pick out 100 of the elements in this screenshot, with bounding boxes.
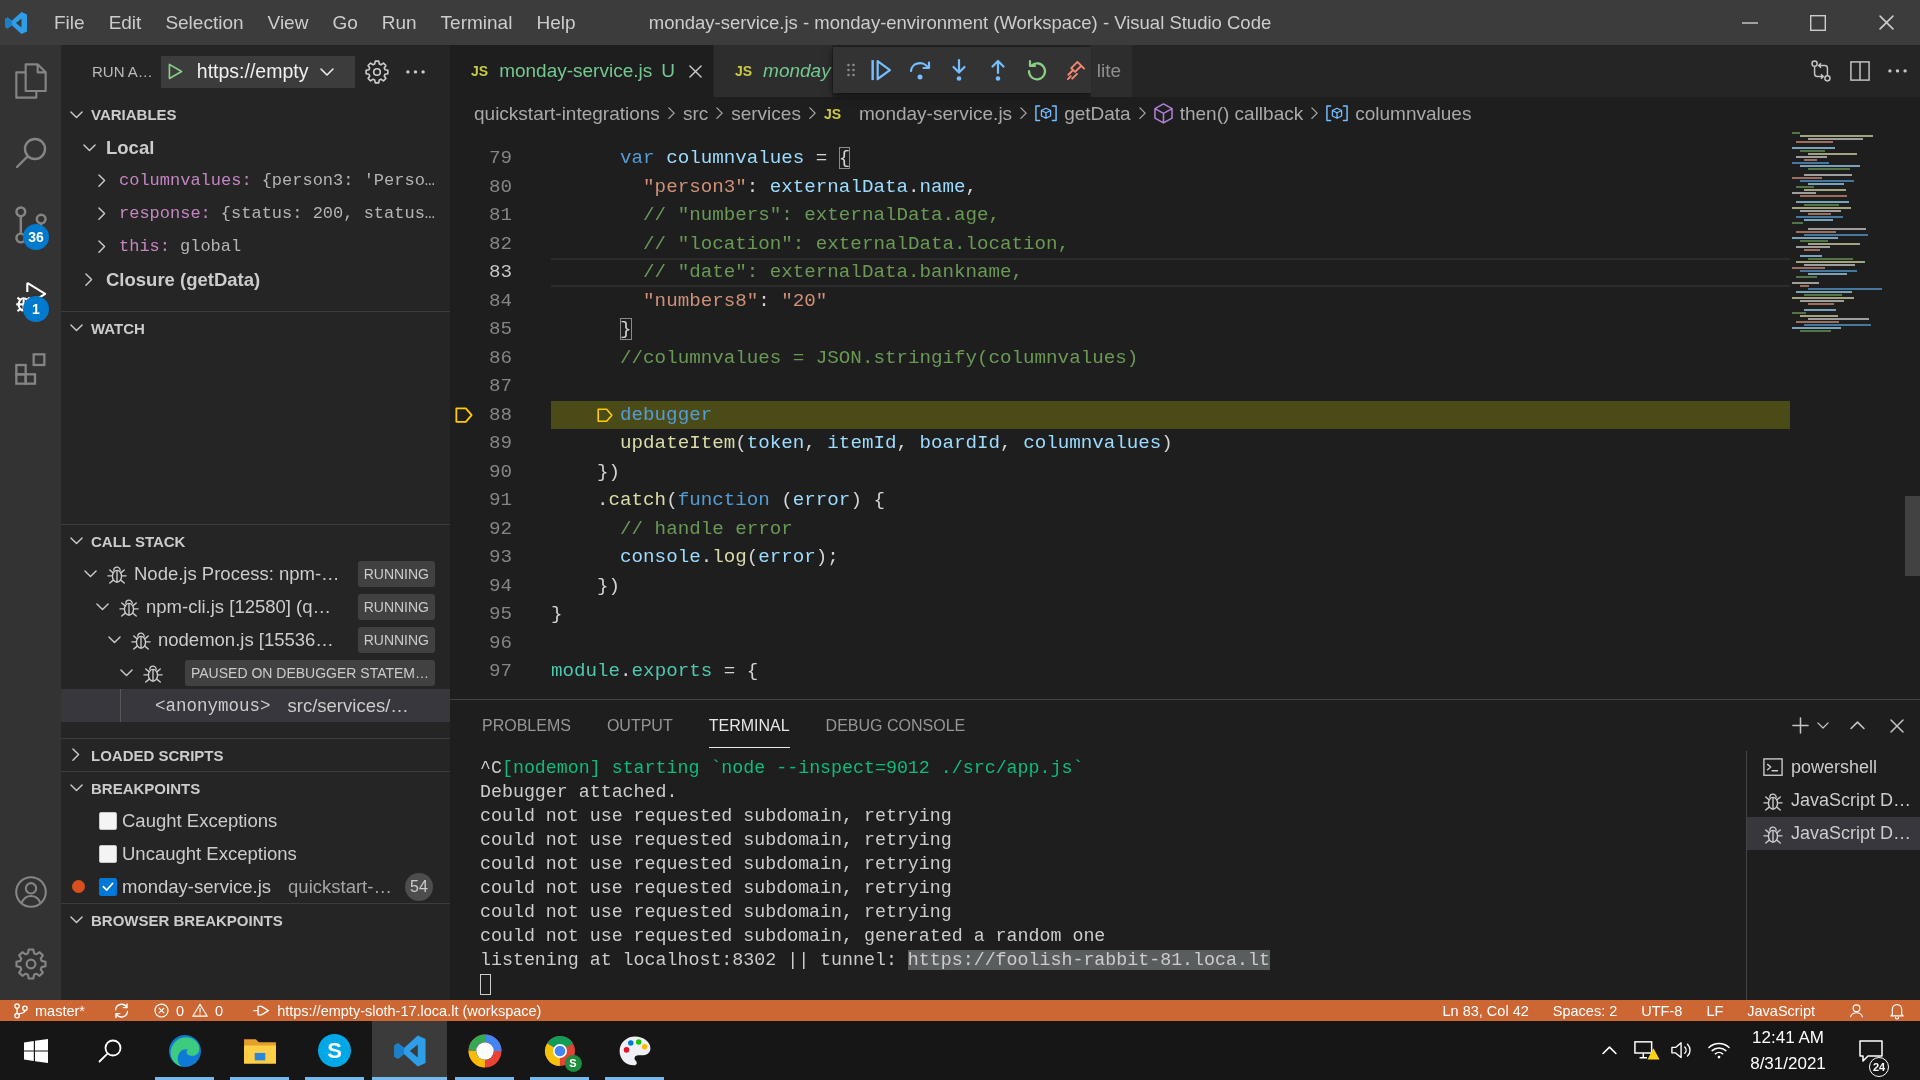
chevron-down-icon[interactable] <box>119 668 133 677</box>
variable-name[interactable]: response: <box>119 204 211 223</box>
section-title[interactable]: BREAKPOINTS <box>91 779 201 797</box>
menu-item[interactable]: View <box>255 11 321 34</box>
chevron-down-icon[interactable] <box>1817 722 1829 729</box>
step-over-icon[interactable] <box>909 60 932 80</box>
chevron-down-icon[interactable] <box>69 916 83 924</box>
status-item[interactable]: UTF-8 <box>1629 1002 1695 1019</box>
chevron-down-icon[interactable] <box>69 324 83 332</box>
continue-icon[interactable] <box>871 58 892 82</box>
menu-item[interactable]: Selection <box>153 11 256 34</box>
menu-item[interactable]: Go <box>320 11 370 34</box>
breakpoint-label[interactable]: Uncaught Exceptions <box>122 842 297 865</box>
chevron-down-icon[interactable] <box>83 569 97 578</box>
panel-tab[interactable]: TERMINAL <box>708 703 790 748</box>
checkbox[interactable] <box>99 844 117 863</box>
section-title[interactable]: WATCH <box>91 319 145 337</box>
chevron-right-icon[interactable] <box>98 239 106 254</box>
breadcrumb-item[interactable]: columnvalues <box>1326 102 1472 125</box>
compare-changes-icon[interactable] <box>1810 60 1832 82</box>
error-count[interactable]: 0 <box>175 1002 185 1019</box>
minimize-icon[interactable] <box>1742 21 1758 24</box>
launch-config-select[interactable]: https://empty <box>196 60 335 83</box>
start-icon[interactable] <box>24 1038 48 1063</box>
more-icon[interactable] <box>1888 69 1907 73</box>
thread-label[interactable]: Node.js Process: npm-… <box>134 562 340 585</box>
scope-label[interactable]: Closure (getData) <box>106 268 261 291</box>
breadcrumb-item[interactable]: getData <box>1035 102 1131 125</box>
thread-label[interactable]: npm-cli.js [12580] (q… <box>146 595 332 618</box>
chevron-right-icon[interactable] <box>98 206 106 221</box>
notification-icon[interactable] <box>1859 1039 1883 1062</box>
files-icon[interactable] <box>14 63 47 99</box>
chevron-right-icon[interactable] <box>72 748 80 762</box>
panel-tab[interactable]: OUTPUT <box>606 703 673 748</box>
clock-time[interactable]: 12:41 AM <box>1752 1024 1824 1051</box>
close-icon[interactable] <box>688 64 702 78</box>
branch-icon[interactable] <box>14 1002 28 1019</box>
thread-label[interactable]: nodemon.js [15536… <box>158 628 334 651</box>
scrollbar-thumb[interactable] <box>1905 496 1920 576</box>
sync-icon[interactable] <box>112 1002 130 1019</box>
terminal-list-item[interactable]: powershell <box>1747 751 1920 784</box>
debug-target[interactable]: https://empty-sloth-17.loca.lt (workspace) <box>277 1002 542 1019</box>
close-icon[interactable] <box>1878 15 1894 30</box>
clock-date[interactable]: 8/31/2021 <box>1750 1050 1826 1077</box>
terminal-list-item[interactable]: JavaScript D… <box>1747 784 1920 817</box>
section-title[interactable]: CALL STACK <box>91 532 186 550</box>
split-editor-icon[interactable] <box>1850 61 1870 81</box>
section-title[interactable]: BROWSER BREAKPOINTS <box>91 911 283 929</box>
unplug-icon[interactable] <box>1065 59 1087 81</box>
plus-icon[interactable] <box>1792 717 1809 734</box>
variable-name[interactable]: this: <box>119 237 170 256</box>
checkbox[interactable] <box>99 877 117 896</box>
play-icon[interactable] <box>167 63 183 80</box>
error-icon[interactable] <box>153 1003 169 1018</box>
warning-icon[interactable] <box>192 1003 209 1018</box>
variable-name[interactable]: columnvalues: <box>119 171 252 190</box>
settings-icon[interactable] <box>364 59 389 84</box>
grip-icon[interactable] <box>846 63 855 77</box>
editor-tab[interactable]: JS monday-service.js U <box>450 45 714 97</box>
bell-icon[interactable] <box>1890 1002 1904 1019</box>
source-control-icon[interactable] <box>14 206 47 244</box>
section-title[interactable]: LOADED SCRIPTS <box>91 746 224 764</box>
panel-tab[interactable]: PROBLEMS <box>482 703 571 748</box>
menu-item[interactable]: Help <box>524 11 588 34</box>
call-stack-frame[interactable]: <anonymous> src/services/… <box>61 689 450 722</box>
terminal-link[interactable]: https://foolish-rabbit-81.loca.lt <box>907 950 1270 970</box>
breadcrumb-item[interactable]: src <box>682 102 709 125</box>
breakpoint-label[interactable]: Caught Exceptions <box>122 809 278 832</box>
menu-item[interactable]: Terminal <box>428 11 525 34</box>
status-item[interactable]: Spaces: 2 <box>1540 1002 1630 1019</box>
close-icon[interactable] <box>1890 718 1904 733</box>
chevron-right-icon[interactable] <box>85 272 93 287</box>
status-item[interactable]: JavaScript <box>1735 1002 1827 1019</box>
step-out-icon[interactable] <box>990 59 1007 81</box>
wifi-icon[interactable] <box>1708 1041 1730 1060</box>
chevron-down-icon[interactable] <box>69 537 83 545</box>
network-warning-icon[interactable] <box>1634 1040 1660 1061</box>
breadcrumb-item[interactable]: services <box>731 102 801 125</box>
scope-label[interactable]: Local <box>106 136 155 159</box>
chevron-down-icon[interactable] <box>82 143 96 152</box>
breadcrumb-item[interactable]: quickstart-integrations <box>474 102 660 125</box>
restart-icon[interactable] <box>1027 60 1048 80</box>
extensions-icon[interactable] <box>14 353 47 385</box>
chevron-up-icon[interactable] <box>1850 721 1865 730</box>
chevron-down-icon[interactable] <box>69 110 83 119</box>
person-icon[interactable] <box>1849 1003 1864 1018</box>
chevron-down-icon[interactable] <box>69 784 83 792</box>
editor-tab[interactable]: JS monday <box>713 45 833 97</box>
chevron-down-icon[interactable] <box>95 602 109 611</box>
breadcrumb-item[interactable]: JS monday-service.js <box>823 102 1013 125</box>
breadcrumb-item[interactable]: then() callback <box>1153 102 1304 125</box>
panel-tab[interactable]: DEBUG CONSOLE <box>825 703 966 748</box>
checkbox[interactable] <box>99 811 117 830</box>
breakpoint-label[interactable]: monday-service.js <box>122 875 272 898</box>
menu-item[interactable]: File <box>42 11 97 34</box>
warning-count[interactable]: 0 <box>215 1002 224 1019</box>
volume-icon[interactable] <box>1671 1041 1693 1060</box>
more-icon[interactable] <box>405 69 425 74</box>
branch-name[interactable]: master* <box>35 1002 85 1019</box>
status-item[interactable]: LF <box>1694 1002 1736 1019</box>
